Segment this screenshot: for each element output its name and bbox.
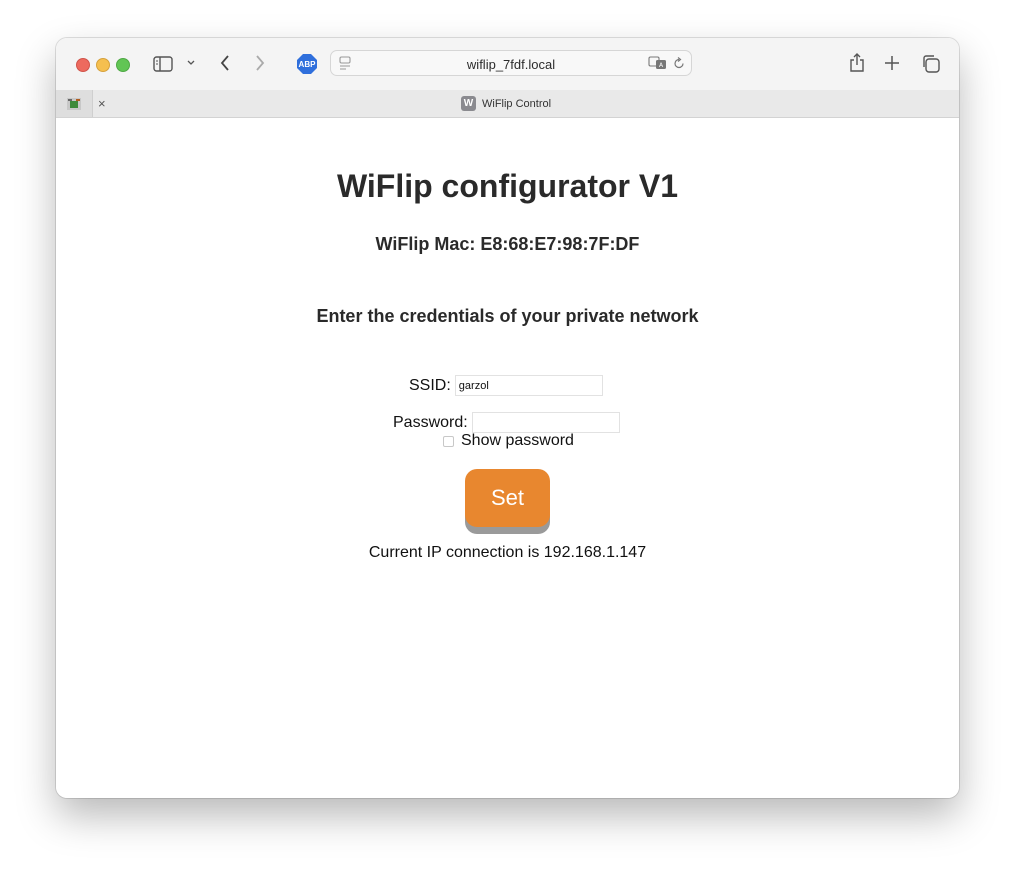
show-password-row: Show password [443,432,574,450]
back-icon[interactable] [216,53,234,73]
password-input[interactable] [471,412,620,433]
new-tab-icon[interactable] [882,53,902,73]
set-button[interactable]: Set [465,469,550,527]
ip-status: Current IP connection is 192.168.1.147 [368,544,647,561]
minimize-window-button[interactable] [96,58,110,72]
reload-icon[interactable] [671,55,687,71]
pinned-tab-favicon-icon [66,96,82,112]
tab-bar: × W WiFlip Control [56,90,959,118]
forward-icon[interactable] [251,53,269,73]
tab-overview-icon[interactable] [920,53,942,75]
zoom-window-button[interactable] [116,58,130,72]
chevron-down-icon[interactable] [185,57,197,69]
password-row: Password: [393,412,620,433]
favicon-w-icon: W [461,96,476,111]
url-text[interactable]: wiflip_7fdf.local [331,57,691,72]
password-label: Password: [393,413,468,431]
share-icon[interactable] [846,52,868,74]
page-content: WiFlip configurator V1 WiFlip Mac: E8:68… [56,118,959,798]
sidebar-icon[interactable] [152,53,174,75]
translate-icon[interactable]: A [648,55,668,71]
address-bar[interactable]: wiflip_7fdf.local A [330,50,692,76]
show-password-label[interactable]: Show password [461,432,574,450]
tab-close-icon[interactable]: × [98,96,106,111]
credentials-prompt: Enter the credentials of your private ne… [316,306,699,326]
tab-title: WiFlip Control [482,97,552,110]
ssid-label: SSID: [409,376,451,394]
adblock-icon[interactable]: ABP [297,54,317,74]
ssid-row: SSID: [409,375,603,396]
browser-window: ABP wiflip_7fdf.local A × W WiFlip Contr… [56,38,959,798]
tab-active[interactable]: W WiFlip Control [461,96,551,111]
mac-address: WiFlip Mac: E8:68:E7:98:7F:DF [375,234,640,254]
ssid-input[interactable] [454,375,603,396]
page-title: WiFlip configurator V1 [336,168,679,204]
close-window-button[interactable] [76,58,90,72]
pinned-tab[interactable] [56,90,93,117]
show-password-checkbox[interactable] [443,435,454,447]
browser-toolbar: ABP wiflip_7fdf.local A [56,38,959,90]
